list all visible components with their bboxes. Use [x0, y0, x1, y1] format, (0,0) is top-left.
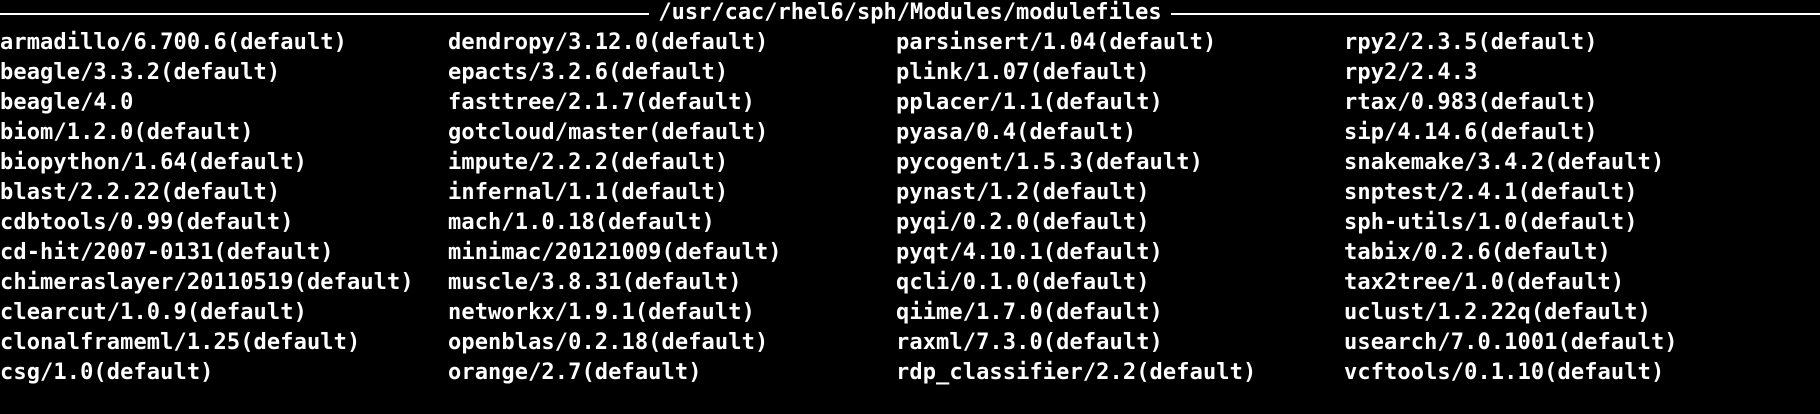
module-entry: dendropy/3.12.0(default): [448, 30, 769, 55]
module-entry: clonalframeml/1.25(default): [0, 330, 361, 355]
module-entry: pycogent/1.5.3(default): [896, 150, 1203, 175]
module-entry: csg/1.0(default): [0, 360, 214, 385]
module-entry: clearcut/1.0.9(default): [0, 300, 307, 325]
module-entry: sip/4.14.6(default): [1344, 120, 1598, 145]
module-entry: mach/1.0.18(default): [448, 210, 715, 235]
module-entry: cdbtools/0.99(default): [0, 210, 294, 235]
module-entry: cd-hit/2007-0131(default): [0, 240, 334, 265]
module-entry: pyqt/4.10.1(default): [896, 240, 1163, 265]
module-entry: uclust/1.2.22q(default): [1344, 300, 1651, 325]
module-entry: openblas/0.2.18(default): [448, 330, 769, 355]
module-entry: chimeraslayer/20110519(default): [0, 270, 414, 295]
module-entry: qiime/1.7.0(default): [896, 300, 1163, 325]
module-entry: epacts/3.2.6(default): [448, 60, 729, 85]
module-entry: sph-utils/1.0(default): [1344, 210, 1638, 235]
module-entry: blast/2.2.22(default): [0, 180, 281, 205]
module-entry: armadillo/6.700.6(default): [0, 30, 347, 55]
module-entry: beagle/4.0: [0, 90, 134, 115]
module-entry: plink/1.07(default): [896, 60, 1150, 85]
modulefiles-header: /usr/cac/rhel6/sph/Modules/modulefiles: [0, 0, 1820, 26]
module-entry: pplacer/1.1(default): [896, 90, 1163, 115]
module-entry: fasttree/2.1.7(default): [448, 90, 755, 115]
module-entry: pynast/1.2(default): [896, 180, 1150, 205]
module-entry: gotcloud/master(default): [448, 120, 769, 145]
module-listing: armadillo/6.700.6(default) beagle/3.3.2(…: [0, 28, 1820, 388]
module-entry: beagle/3.3.2(default): [0, 60, 281, 85]
module-entry: qcli/0.1.0(default): [896, 270, 1150, 295]
module-entry: rpy2/2.4.3: [1344, 60, 1478, 85]
module-entry: snptest/2.4.1(default): [1344, 180, 1638, 205]
header-rule-right: [1170, 13, 1820, 15]
module-entry: parsinsert/1.04(default): [896, 30, 1217, 55]
module-entry: snakemake/3.4.2(default): [1344, 150, 1665, 175]
module-entry: pyqi/0.2.0(default): [896, 210, 1150, 235]
module-entry: raxml/7.3.0(default): [896, 330, 1163, 355]
module-entry: tax2tree/1.0(default): [1344, 270, 1625, 295]
module-entry: minimac/20121009(default): [448, 240, 782, 265]
module-column-1: armadillo/6.700.6(default) beagle/3.3.2(…: [0, 28, 446, 388]
module-entry: biom/1.2.0(default): [0, 120, 254, 145]
module-entry: rdp_classifier/2.2(default): [896, 360, 1257, 385]
header-rule-left: [0, 13, 650, 15]
module-entry: impute/2.2.2(default): [448, 150, 729, 175]
module-column-3: parsinsert/1.04(default) plink/1.07(defa…: [896, 28, 1342, 388]
module-entry: orange/2.7(default): [448, 360, 702, 385]
module-column-2: dendropy/3.12.0(default) epacts/3.2.6(de…: [448, 28, 894, 388]
module-entry: vcftools/0.1.10(default): [1344, 360, 1665, 385]
terminal-window[interactable]: /usr/cac/rhel6/sph/Modules/modulefiles a…: [0, 0, 1820, 414]
modulefiles-path: /usr/cac/rhel6/sph/Modules/modulefiles: [658, 0, 1162, 25]
module-column-4: rpy2/2.3.5(default) rpy2/2.4.3 rtax/0.98…: [1344, 28, 1790, 388]
module-entry: tabix/0.2.6(default): [1344, 240, 1611, 265]
module-entry: biopython/1.64(default): [0, 150, 307, 175]
module-entry: rpy2/2.3.5(default): [1344, 30, 1598, 55]
module-entry: muscle/3.8.31(default): [448, 270, 742, 295]
module-entry: usearch/7.0.1001(default): [1344, 330, 1678, 355]
module-entry: infernal/1.1(default): [448, 180, 729, 205]
module-entry: pyasa/0.4(default): [896, 120, 1137, 145]
module-entry: rtax/0.983(default): [1344, 90, 1598, 115]
module-entry: networkx/1.9.1(default): [448, 300, 755, 325]
